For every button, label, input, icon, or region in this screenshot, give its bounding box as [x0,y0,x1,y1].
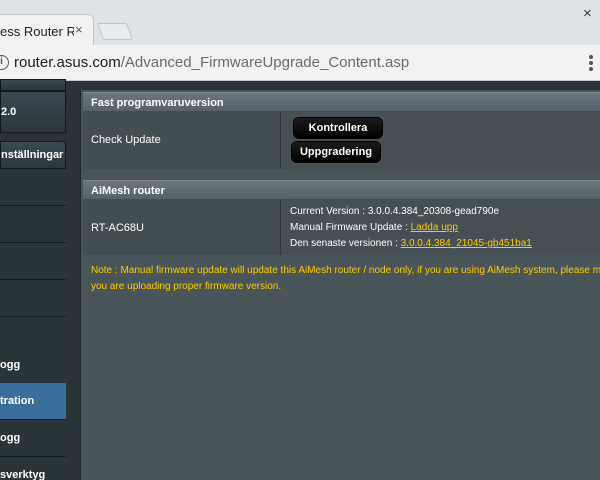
sidebar: 2.0 nställningar ogg tration ogg sverkty… [0,79,68,480]
upgrade-button[interactable]: Uppgradering [292,142,380,162]
sidebar-version-label: 2.0 [1,106,17,118]
current-version-line: Current Version : 3.0.0.4.384_20308-gead… [290,206,500,217]
window-close-icon[interactable]: × [583,5,592,22]
url-text[interactable]: router.asus.com/Advanced_FirmwareUpgrade… [14,54,409,71]
info-icon[interactable]: i [0,55,9,70]
sidebar-item[interactable] [0,280,66,317]
aimesh-router-row: RT-AC68U Current Version : 3.0.0.4.384_2… [83,199,600,255]
latest-version-line: Den senaste versionen : 3.0.0.4.384_2104… [290,238,532,249]
aimesh-section-header: AiMesh router [83,180,600,199]
tab-close-icon[interactable]: × [75,23,83,37]
sidebar-item-network-tools[interactable]: sverktyg [0,457,66,480]
sidebar-item[interactable] [0,206,66,243]
upload-link[interactable]: Ladda upp [411,222,458,233]
sidebar-version-block[interactable]: 2.0 [0,91,66,133]
latest-version-link[interactable]: 3.0.0.4.384_21045-gb451ba1 [401,238,532,249]
aimesh-section-title: AiMesh router [91,185,165,197]
manual-update-line: Manual Firmware Update : Ladda upp [290,222,458,233]
sidebar-top-block [0,79,66,91]
url-path: /Advanced_FirmwareUpgrade_Content.asp [120,54,410,71]
aimesh-model-cell: RT-AC68U [83,199,281,255]
url-host: router.asus.com [14,54,121,71]
sidebar-settings-label: nställningar [1,149,64,161]
tab-title: ess Router RT [0,24,74,39]
sidebar-item[interactable] [0,169,66,206]
check-update-label-cell: Check Update [83,111,281,169]
check-update-row: Check Update Kontrollera Uppgradering [83,111,600,169]
aimesh-model-label: RT-AC68U [91,222,144,234]
check-update-value-cell: Kontrollera Uppgradering [282,111,600,169]
firmware-section-title: Fast programvaruversion [91,97,224,109]
aimesh-firmware-cell: Current Version : 3.0.0.4.384_20308-gead… [282,199,600,255]
sidebar-item-system-log[interactable]: ogg [0,420,66,457]
sidebar-item-administration[interactable]: tration [0,383,66,420]
main-content: Fast programvaruversion Check Update Kon… [80,90,600,480]
new-tab-button[interactable] [96,23,134,40]
address-bar[interactable]: i router.asus.com/Advanced_FirmwareUpgra… [0,45,600,81]
current-version-value: 3.0.0.4.384_20308-gead790e [367,206,500,217]
check-update-label: Check Update [91,134,161,146]
sidebar-item[interactable] [0,243,66,280]
firmware-note-line1: Note : Manual firmware update will updat… [91,265,600,276]
sidebar-settings-header: nställningar [0,141,66,169]
check-button[interactable]: Kontrollera [294,118,382,138]
browser-tab-strip: ess Router RT × × [0,0,600,45]
browser-menu-icon[interactable] [589,55,593,73]
firmware-section-header: Fast programvaruversion [83,92,600,111]
firmware-note-line2: you are uploading proper firmware versio… [91,281,282,292]
sidebar-item-log[interactable]: ogg [0,347,66,384]
